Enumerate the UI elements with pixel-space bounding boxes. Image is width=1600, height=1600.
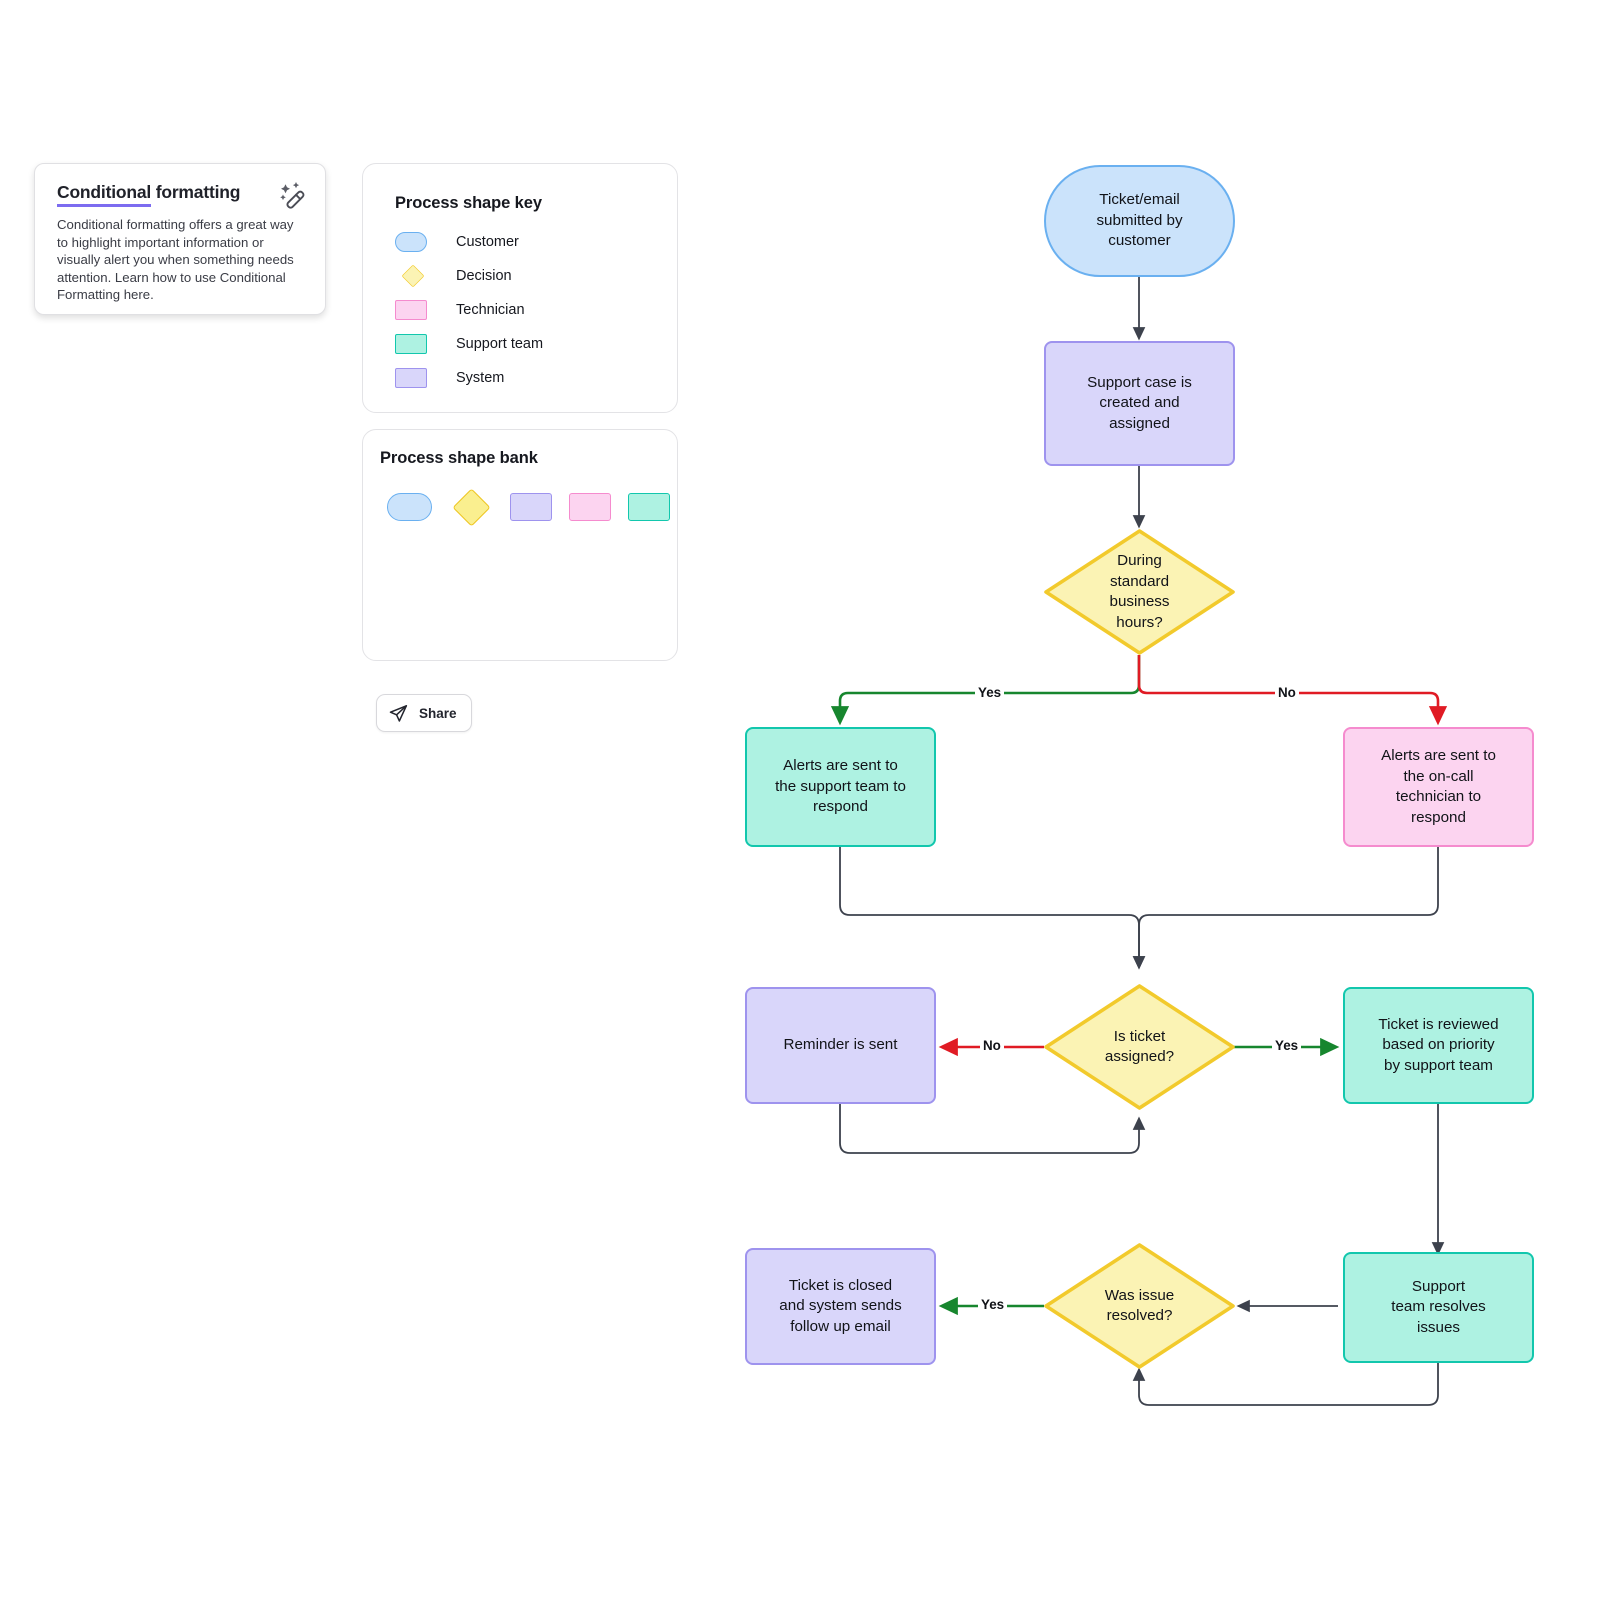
flow-node-reminder-is-sent[interactable]: Reminder is sent <box>745 987 936 1104</box>
process-shape-bank-title: Process shape bank <box>380 449 538 467</box>
conditional-formatting-title-underlined: Conditional <box>57 182 151 207</box>
flow-node-text: Support team resolves issues <box>1391 1277 1486 1336</box>
shape-key-label: Decision <box>456 268 512 284</box>
flow-node-ticket-reviewed[interactable]: Ticket is reviewed based on priority by … <box>1343 987 1534 1104</box>
flow-node-ticket-submitted[interactable]: Ticket/email submitted by customer <box>1044 165 1235 277</box>
flow-node-text: Ticket is reviewed based on priority by … <box>1378 1015 1499 1074</box>
bank-technician-rect-shape[interactable] <box>569 493 611 521</box>
magic-wand-icon[interactable] <box>274 178 308 212</box>
shape-key-label: Support team <box>456 336 544 352</box>
rect-shape-icon <box>395 368 427 388</box>
shape-key-item-system[interactable]: System <box>395 366 504 390</box>
flow-node-text: During standard business hours? <box>1109 552 1170 631</box>
shape-key-item-customer[interactable]: Customer <box>395 230 519 254</box>
edge-label-yes-ticket-assigned[interactable]: Yes <box>1272 1038 1302 1053</box>
process-shape-bank-panel: Process shape bank <box>362 429 678 661</box>
conditional-formatting-body: Conditional formatting offers a great wa… <box>57 217 294 303</box>
conditional-formatting-title-rest: formatting <box>151 182 241 202</box>
rect-shape-icon <box>395 334 427 354</box>
flow-node-was-issue-resolved[interactable]: Was issue resolved? <box>1044 1243 1235 1369</box>
flow-node-text: Alerts are sent to the on-call technicia… <box>1381 747 1496 826</box>
edge-label-no-ticket-assigned[interactable]: No <box>980 1038 1004 1053</box>
flow-node-text: Was issue resolved? <box>1104 1286 1175 1325</box>
pill-shape-icon <box>395 232 427 252</box>
flow-node-text: Alerts are sent to the support team to r… <box>775 757 906 816</box>
flow-node-alerts-support-team[interactable]: Alerts are sent to the support team to r… <box>745 727 936 847</box>
flow-node-during-business-hours[interactable]: During standard business hours? <box>1044 529 1235 655</box>
process-shape-key-panel: Process shape key Customer Decision Tech… <box>362 163 678 413</box>
edge-label-no-business-hours[interactable]: No <box>1275 685 1299 700</box>
flow-node-support-team-resolves[interactable]: Support team resolves issues <box>1343 1252 1534 1363</box>
bank-system-rect-shape[interactable] <box>510 493 552 521</box>
flow-node-text: Is ticket assigned? <box>1104 1027 1175 1066</box>
shape-bank-shapes <box>387 487 670 527</box>
conditional-formatting-title: Conditional formatting <box>57 182 303 207</box>
share-button-label: Share <box>419 705 457 721</box>
edge-label-yes-issue-resolved[interactable]: Yes <box>978 1297 1008 1312</box>
process-shape-key-title: Process shape key <box>395 194 542 212</box>
flow-node-ticket-closed[interactable]: Ticket is closed and system sends follow… <box>745 1248 936 1365</box>
send-icon <box>388 703 409 724</box>
shape-key-item-technician[interactable]: Technician <box>395 298 525 322</box>
conditional-formatting-card[interactable]: Conditional formatting Conditional forma… <box>34 163 326 315</box>
flow-node-text: Ticket is closed and system sends follow… <box>779 1276 902 1335</box>
flow-node-text: Reminder is sent <box>783 1036 898 1054</box>
bank-support-rect-shape[interactable] <box>628 493 670 521</box>
flow-node-alerts-on-call-technician[interactable]: Alerts are sent to the on-call technicia… <box>1343 727 1534 847</box>
flow-node-text: Ticket/email submitted by customer <box>1096 191 1183 250</box>
shape-key-item-support-team[interactable]: Support team <box>395 332 543 356</box>
flow-node-support-case-created[interactable]: Support case is created and assigned <box>1044 341 1235 466</box>
bank-diamond-shape[interactable] <box>449 487 493 527</box>
share-button[interactable]: Share <box>376 694 472 732</box>
shape-key-label: Customer <box>456 234 519 250</box>
flow-node-text: Support case is created and assigned <box>1087 373 1192 432</box>
rect-shape-icon <box>395 300 427 320</box>
bank-pill-shape[interactable] <box>387 493 432 521</box>
shape-key-item-decision[interactable]: Decision <box>395 264 512 288</box>
shape-key-label: System <box>456 370 505 386</box>
diamond-shape-icon <box>395 264 427 288</box>
shape-key-label: Technician <box>456 302 525 318</box>
flow-node-is-ticket-assigned[interactable]: Is ticket assigned? <box>1044 984 1235 1110</box>
edge-label-yes-business-hours[interactable]: Yes <box>975 685 1005 700</box>
